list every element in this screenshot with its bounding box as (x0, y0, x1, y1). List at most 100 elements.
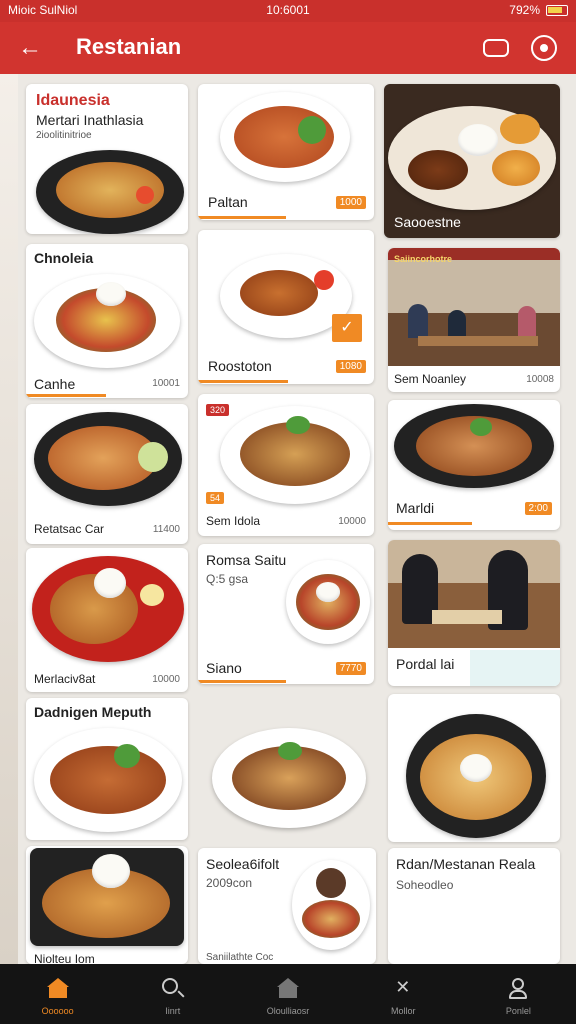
card-footer-tint (470, 650, 560, 686)
nav-store[interactable]: Oloulliaosr (230, 964, 345, 1024)
nav-label: Oloulliaosr (266, 1006, 310, 1016)
dish-image (32, 556, 184, 662)
price-badge: 1080 (335, 360, 366, 373)
back-arrow-icon[interactable]: ← (16, 34, 44, 62)
card-name: Canhe (34, 376, 76, 392)
dish-image (34, 728, 182, 832)
dish-image (34, 412, 182, 506)
price-badge: 2:00 (524, 502, 552, 515)
bottom-nav: Oooooo Iinrt Oloulliaosr Mollor Ponlel (0, 964, 576, 1024)
menu-card[interactable]: Niolteu Iom (26, 846, 188, 964)
view-toggle-icon[interactable] (483, 39, 509, 57)
card-title: Dadnigen Meputh (34, 704, 152, 720)
search-icon (161, 978, 178, 994)
card-subtitle: Soheodleo (396, 878, 454, 892)
nav-label: Ponlel (505, 1006, 531, 1016)
nav-favorites[interactable]: Mollor (346, 964, 461, 1024)
menu-card[interactable]: Marldi 2:00 (388, 400, 560, 530)
nav-home[interactable]: Oooooo (0, 964, 115, 1024)
nav-label: Iinrt (165, 1006, 181, 1016)
card-name: Sem Idola (206, 514, 261, 528)
price-badge: 7770 (335, 662, 366, 675)
card-price: 11400 (152, 524, 180, 535)
menu-card[interactable]: 320 54 Sem Idola 10000 (198, 394, 374, 536)
dish-image (36, 150, 184, 234)
promo-icon: ✓ (332, 314, 362, 342)
menu-card[interactable]: Dadnigen Meputh (26, 698, 188, 840)
favorites-icon (392, 977, 414, 1000)
card-price: 10000 (152, 674, 180, 685)
dish-image (406, 714, 546, 838)
menu-card[interactable]: Retatsac Car 11400 (26, 404, 188, 544)
card-title: Idaunesia (36, 92, 110, 109)
card-subtitle: Q:5 gsa (206, 572, 249, 586)
card-name: Retatsac Car (34, 522, 105, 536)
dish-image (292, 860, 370, 950)
price-badge: 1000 (335, 196, 366, 209)
dish-image (212, 728, 366, 828)
card-title: Romsa Saitu (206, 552, 287, 568)
card-subtitle: Mertari Inathlasia (36, 112, 144, 128)
menu-card[interactable] (388, 694, 560, 842)
dish-image (30, 848, 184, 946)
card-name: Saooestne (394, 214, 461, 230)
card-name: Pordal lai (396, 656, 455, 672)
menu-card[interactable]: Saiincorhotre Sem Noanley 10008 (388, 248, 560, 392)
dish-image (34, 274, 180, 368)
profile-icon (507, 978, 529, 1000)
tag-badge: 54 (206, 492, 225, 504)
rating-bar (26, 394, 106, 397)
battery-icon (546, 4, 568, 16)
restaurant-photo (388, 540, 560, 648)
restaurant-grid: Idaunesia Mertari Inathlasia 2ioolitinit… (0, 74, 576, 964)
rating-bar (198, 680, 286, 683)
card-name: Merlaciv8at (34, 672, 96, 686)
menu-card[interactable]: Paltan 1000 (198, 84, 374, 220)
nav-search[interactable]: Iinrt (115, 964, 230, 1024)
card-footer: Saniilathte Coc (206, 952, 274, 963)
card-name: Marldi (396, 500, 435, 516)
card-name: Niolteu Iom (34, 952, 95, 964)
card-price: 10008 (526, 374, 554, 385)
menu-card[interactable]: Chnoleia Canhe 10001 (26, 244, 188, 398)
battery-percent: 792% (509, 3, 540, 17)
card-price: 10000 (338, 516, 366, 527)
menu-card[interactable]: Romsa Saitu Q:5 gsa Siano 7770 (198, 544, 374, 684)
rating-bar (198, 380, 288, 383)
menu-card[interactable]: Idaunesia Mertari Inathlasia 2ioolitinit… (26, 84, 188, 234)
rating-bar (388, 522, 472, 525)
menu-card[interactable]: ✓ Roostoton 1080 (198, 230, 374, 384)
rating-bar (198, 216, 286, 219)
nav-label: Oooooo (41, 1006, 74, 1016)
dish-image (220, 406, 370, 504)
dish-image (220, 92, 350, 182)
menu-card[interactable]: Saooestne (384, 84, 560, 238)
photo-header: Saiincorhotre (394, 254, 453, 264)
card-title: Rdan/Mestanan Reala (396, 856, 536, 872)
card-name: Roostoton (208, 358, 272, 374)
home-icon (46, 978, 69, 1000)
page-title: Restanian (76, 34, 182, 59)
nav-profile[interactable]: Ponlel (461, 964, 576, 1024)
card-name: Siano (206, 660, 242, 676)
settings-icon[interactable] (531, 35, 557, 61)
card-meta: 2ioolitinitrioe (36, 130, 92, 141)
menu-card[interactable]: Seolea6ifolt 2009con Saniilathte Coc (198, 848, 376, 964)
menu-card[interactable] (198, 694, 374, 842)
card-name: Sem Noanley (394, 372, 467, 386)
clock-text: 10:6001 (266, 3, 310, 17)
menu-card[interactable]: Rdan/Mestanan Reala Soheodleo (388, 848, 560, 964)
restaurant-photo (388, 248, 560, 366)
dish-image (286, 560, 370, 644)
status-bar: Mioic SulNiol 10:6001 792% (0, 0, 576, 22)
app-bar: ← Restanian (0, 22, 576, 74)
menu-card[interactable]: Pordal lai (388, 540, 560, 686)
store-icon (277, 978, 299, 1000)
card-name: Paltan (208, 194, 248, 210)
card-subtitle: 2009con (206, 876, 253, 890)
card-title: Seolea6ifolt (206, 856, 280, 872)
card-title: Chnoleia (34, 250, 94, 266)
menu-card[interactable]: Merlaciv8at 10000 (26, 548, 188, 692)
dish-image (388, 106, 556, 210)
nav-label: Mollor (390, 1006, 416, 1016)
